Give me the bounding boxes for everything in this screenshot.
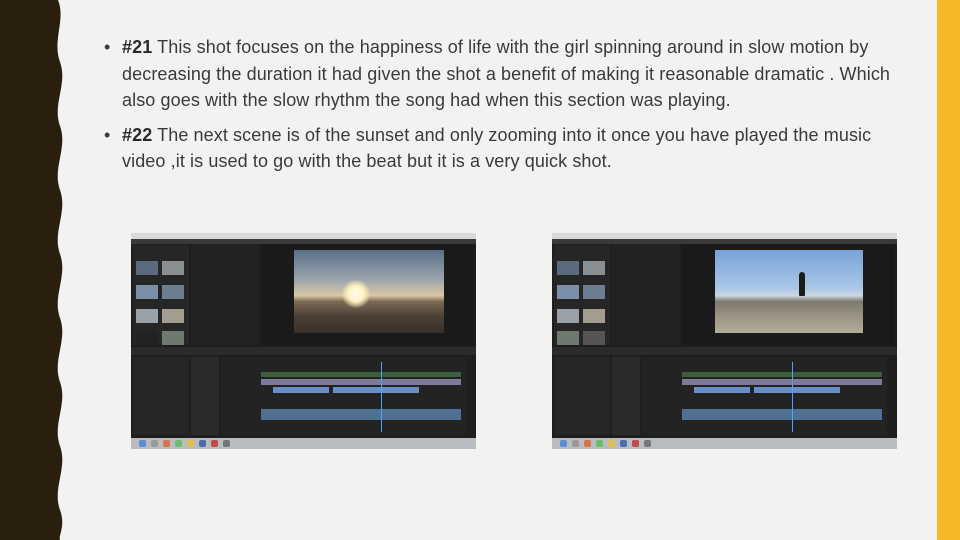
dock	[131, 438, 476, 449]
dock	[552, 438, 897, 449]
playhead	[381, 362, 382, 432]
clip-thumbnail	[557, 261, 579, 275]
clip-thumbnail	[583, 309, 605, 323]
app-title-bar	[131, 239, 476, 244]
media-browser-panel	[554, 357, 610, 435]
shot-number: #21	[122, 37, 153, 57]
girl-figure	[799, 272, 805, 296]
clip-thumbnail	[583, 285, 605, 299]
bullet-text: This shot focuses on the happiness of li…	[122, 37, 891, 110]
source-panel	[612, 245, 680, 345]
girl-spinning-frame	[715, 250, 863, 333]
video-clip	[754, 387, 840, 393]
project-panel	[554, 245, 610, 345]
media-browser-panel	[133, 357, 189, 435]
dock-icon	[175, 440, 182, 447]
clip-thumbnail	[136, 261, 158, 275]
timeline-panel	[221, 357, 466, 435]
bullet-marker: •	[104, 124, 111, 145]
clip-thumbnail	[557, 331, 579, 345]
timeline-panel	[642, 357, 887, 435]
transport-controls	[552, 347, 897, 355]
dock-icon	[223, 440, 230, 447]
editor-screenshot-sunset	[131, 233, 476, 449]
program-monitor	[261, 245, 474, 345]
clip-thumbnail	[162, 285, 184, 299]
bullet-text: The next scene is of the sunset and only…	[122, 124, 872, 172]
bullet-marker: •	[104, 37, 111, 57]
dock-icon	[163, 440, 170, 447]
bullet-list: • #21 This shot focuses on the happiness…	[104, 34, 894, 183]
audio-track	[261, 409, 461, 420]
playhead	[792, 362, 793, 432]
dock-icon	[211, 440, 218, 447]
clip-thumbnail	[583, 261, 605, 275]
source-panel	[191, 245, 259, 345]
dock-icon	[187, 440, 194, 447]
shot-number: #22	[122, 124, 153, 145]
transport-controls	[131, 347, 476, 355]
dock-icon	[199, 440, 206, 447]
sun-flare	[342, 280, 370, 308]
editor-screenshot-girl-spinning	[552, 233, 897, 449]
dock-icon	[572, 440, 579, 447]
dock-icon	[596, 440, 603, 447]
timeline-ruler	[261, 372, 461, 377]
dock-icon	[608, 440, 615, 447]
app-title-bar	[552, 239, 897, 244]
dock-icon	[620, 440, 627, 447]
tools-panel	[612, 357, 640, 435]
video-clip	[333, 387, 419, 393]
clip-thumbnail	[136, 285, 158, 299]
bullet-item-22: • #22 The next scene is of the sunset an…	[104, 122, 894, 175]
clip-thumbnail	[557, 285, 579, 299]
clip-thumbnail	[583, 331, 605, 345]
dock-icon	[139, 440, 146, 447]
clip-thumbnail	[136, 309, 158, 323]
program-monitor	[682, 245, 895, 345]
video-track-clip	[261, 379, 461, 385]
tools-panel	[191, 357, 219, 435]
audio-track	[682, 409, 882, 420]
dock-icon	[151, 440, 158, 447]
project-panel	[133, 245, 189, 345]
video-track-clip	[682, 379, 882, 385]
dock-icon	[560, 440, 567, 447]
accent-bar	[937, 0, 960, 540]
dock-icon	[632, 440, 639, 447]
clip-thumbnail	[557, 309, 579, 323]
clip-thumbnail	[136, 331, 158, 345]
decorative-left-border	[0, 0, 63, 540]
clip-thumbnail	[162, 309, 184, 323]
sunset-frame	[294, 250, 444, 333]
video-clip	[273, 387, 329, 393]
dock-icon	[584, 440, 591, 447]
bullet-item-21: • #21 This shot focuses on the happiness…	[104, 34, 894, 114]
clip-thumbnail	[162, 331, 184, 345]
dock-icon	[644, 440, 651, 447]
video-clip	[694, 387, 750, 393]
clip-thumbnail	[162, 261, 184, 275]
timeline-ruler	[682, 372, 882, 377]
